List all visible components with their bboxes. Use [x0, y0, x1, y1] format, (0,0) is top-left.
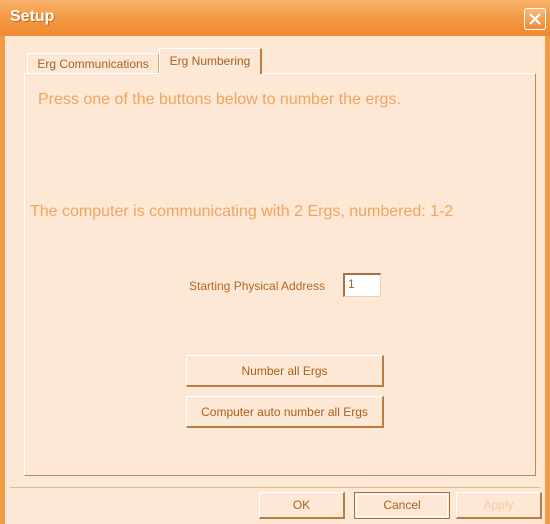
auto-number-ergs-button[interactable]: Computer auto number all Ergs: [186, 396, 384, 428]
footer-divider: [10, 487, 540, 488]
status-text: The computer is communicating with 2 Erg…: [30, 203, 454, 220]
tab-erg-numbering[interactable]: Erg Numbering: [159, 48, 262, 74]
window-frame-left: [0, 36, 5, 524]
starting-address-input[interactable]: 1: [343, 273, 381, 297]
cancel-button[interactable]: Cancel: [354, 492, 450, 519]
window-title: Setup: [10, 8, 55, 25]
close-icon: [529, 13, 541, 25]
instruction-text: Press one of the buttons below to number…: [38, 91, 401, 108]
starting-address-label: Starting Physical Address: [189, 279, 326, 293]
ok-button[interactable]: OK: [259, 492, 345, 519]
setup-dialog: Setup Erg Communications Erg Numbering P…: [0, 0, 550, 524]
close-button[interactable]: [524, 8, 546, 30]
window-frame-right: [545, 36, 550, 524]
tab-erg-communications[interactable]: Erg Communications: [27, 53, 159, 73]
title-bar: Setup: [0, 0, 550, 36]
number-all-ergs-button[interactable]: Number all Ergs: [186, 355, 384, 387]
apply-button[interactable]: Apply: [456, 492, 542, 519]
